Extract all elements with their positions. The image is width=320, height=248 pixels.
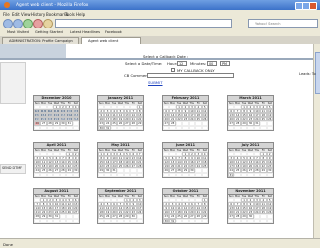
- menu-history[interactable]: History: [31, 12, 45, 17]
- calendar-empty-cell: [72, 218, 79, 223]
- calendar-empty-cell: [136, 125, 143, 130]
- tab-bar: ADMINISTRATION: Profile Campaign Agent w…: [0, 36, 320, 44]
- title-bar: Agent web client - Mozilla Firefox: [0, 0, 320, 10]
- my-callback-checkbox[interactable]: [171, 67, 175, 72]
- month-calendar: December 2010 Sun Mon Tue Wed Thu Fri Sat 1 2 3 4 5 6…: [33, 95, 80, 131]
- calendar-empty-cell: [136, 172, 143, 177]
- bookmark-getting-started[interactable]: Getting Started: [35, 30, 63, 34]
- month-calendar: September 2011 Sun Mon Tue Wed Thu Fri Sat 1 2 3 4 5…: [97, 188, 144, 224]
- address-bar[interactable]: [55, 19, 232, 28]
- calendar-empty-cell: [201, 125, 208, 130]
- calendar-empty-cell: [72, 125, 79, 130]
- calendar-week-row: [228, 125, 273, 130]
- menu-file[interactable]: File: [3, 12, 10, 17]
- stop-icon[interactable]: [33, 18, 43, 29]
- firefox-icon: [4, 2, 10, 8]
- close-button[interactable]: [309, 2, 317, 10]
- month-calendar: July 2011 Sun Mon Tue Wed Thu Fri Sat 1 2 3 4 5 6 7 8 9 1…: [227, 142, 274, 178]
- month-calendar: March 2011 Sun Mon Tue Wed Thu Fri Sat 1 2 3 4 5 6 7 8 9…: [227, 95, 274, 131]
- app-header-logo: [0, 44, 66, 58]
- leads-label: Leads: To: [299, 72, 316, 76]
- calendar-week-row: [98, 218, 143, 223]
- callback-date-label: Select a Callback Date :: [143, 54, 189, 59]
- minutes-label: Minutes:: [190, 61, 207, 66]
- calendar-week-row: 30 31: [163, 218, 208, 223]
- bookmark-latest-headlines[interactable]: Latest Headlines: [70, 30, 100, 34]
- date-time-label: Select a Date/Time:: [125, 61, 163, 66]
- hour-select[interactable]: 12: [177, 60, 187, 66]
- hour-label: Hour:: [167, 61, 178, 66]
- month-calendar: October 2011 Sun Mon Tue Wed Thu Fri Sat 1 2 3 4 5 6 7…: [162, 188, 209, 224]
- calendar-week-row: 31: [228, 172, 273, 177]
- search-placeholder: Yahoo! Search: [255, 21, 281, 26]
- menu-view[interactable]: View: [21, 12, 31, 17]
- calendar-week-row: 30 31: [98, 125, 143, 130]
- menu-tools[interactable]: Tools: [65, 12, 75, 17]
- menu-help[interactable]: Help: [76, 12, 85, 17]
- month-calendar: April 2011 Sun Mon Tue Wed Thu Fri Sat 1 2 3 4 5 6 7 8 9…: [33, 142, 80, 178]
- calendar-week-row: [163, 125, 208, 130]
- calendar-week-row: [228, 218, 273, 223]
- calendar-empty-cell: [201, 172, 208, 177]
- month-calendar: August 2011 Sun Mon Tue Wed Thu Fri Sat 1 2 3 4 5 6 7 8…: [33, 188, 80, 224]
- bookmark-facebook[interactable]: Facebook: [105, 30, 122, 34]
- calendar-empty-cell: [136, 218, 143, 223]
- calendar-empty-cell: [266, 218, 273, 223]
- submit-link[interactable]: SUBMIT: [148, 80, 163, 85]
- month-calendar: May 2011 Sun Mon Tue Wed Thu Fri Sat 1 2 3 4 5 6 7 8 9 10…: [97, 142, 144, 178]
- scrollbar-thumb[interactable]: [315, 52, 320, 94]
- calendar-week-row: [163, 172, 208, 177]
- calendar-empty-cell: [201, 218, 208, 223]
- month-calendar: November 2011 Sun Mon Tue Wed Thu Fri Sat 1 2 3 4 5 6…: [227, 188, 274, 224]
- window-title: Agent web client - Mozilla Firefox: [16, 2, 89, 8]
- search-input[interactable]: Yahoo! Search: [248, 19, 318, 28]
- tab-agent-web-client[interactable]: Agent web client: [81, 37, 141, 44]
- comments-input[interactable]: [147, 72, 234, 78]
- send-dtmf-button[interactable]: SEND DTMF: [2, 166, 22, 170]
- calendar-empty-cell: [72, 172, 79, 177]
- month-calendar: February 2011 Sun Mon Tue Wed Thu Fri Sat 1 2 3 4 5 6…: [162, 95, 209, 131]
- calendar-week-row: [34, 218, 79, 223]
- status-text: Done: [3, 241, 13, 247]
- month-calendar: January 2011 Sun Mon Tue Wed Thu Fri Sat 1 2 3 4 5 6 7…: [97, 95, 144, 131]
- bookmark-most-visited[interactable]: Most Visited: [7, 30, 29, 34]
- home-icon[interactable]: [43, 18, 53, 29]
- left-panel: [0, 62, 26, 104]
- calendar-week-row: [34, 172, 79, 177]
- menu-edit[interactable]: Edit: [12, 12, 20, 17]
- back-icon[interactable]: [3, 18, 13, 29]
- minutes-select[interactable]: 00: [207, 60, 217, 66]
- tab-administration[interactable]: ADMINISTRATION: Profile Campaign: [2, 37, 79, 44]
- calendar-week-row: [34, 125, 79, 130]
- send-dtmf-panel: SEND DTMF: [0, 164, 26, 174]
- forward-icon[interactable]: [13, 18, 23, 29]
- calendar-empty-cell: [266, 172, 273, 177]
- calendar-empty-cell: [266, 125, 273, 130]
- ampm-select[interactable]: PM: [220, 60, 230, 66]
- menu-bar: File Edit View History Bookmarks Tools H…: [0, 10, 320, 17]
- calendar-week-row: [98, 172, 143, 177]
- reload-icon[interactable]: [23, 18, 33, 29]
- month-calendar: June 2011 Sun Mon Tue Wed Thu Fri Sat 1 2 3 4 5 6 7 8 9 1…: [162, 142, 209, 178]
